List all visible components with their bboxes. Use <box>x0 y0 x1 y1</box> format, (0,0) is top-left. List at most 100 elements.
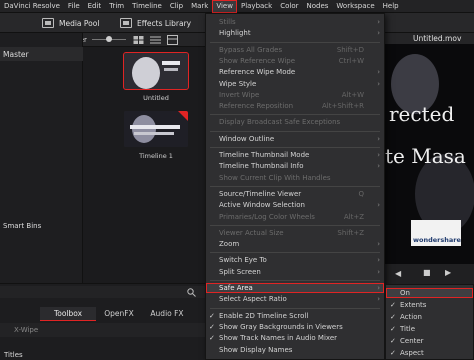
media-pool-button[interactable]: Media Pool <box>42 16 99 30</box>
menu-item-viewer-actual-size[interactable]: Viewer Actual Size Shift+Z <box>206 228 384 238</box>
shortcut-label: Shift+D <box>336 45 364 54</box>
menu-color[interactable]: Color <box>276 0 302 13</box>
menu-item-label: Reference Wipe Mode <box>219 68 296 77</box>
menu-trim[interactable]: Trim <box>105 0 128 13</box>
effects-search-bar <box>0 286 205 298</box>
list-view-icon[interactable] <box>150 35 162 45</box>
stop-icon[interactable]: ■ <box>423 268 431 277</box>
submenu-item-on[interactable]: On <box>386 288 473 298</box>
menu-separator <box>210 147 380 148</box>
shortcut-label: Alt+W <box>341 90 364 99</box>
play-icon[interactable]: ▶ <box>445 268 451 277</box>
menu-item-label: Show Track Names in Audio Mixer <box>219 334 338 343</box>
submenu-item-action[interactable]: ✓ Action <box>386 312 473 322</box>
menu-item-zoom[interactable]: Zoom › <box>206 239 384 249</box>
watermark-logo: wondershare <box>413 236 461 244</box>
menu-item-switch-eye-to[interactable]: Switch Eye To › <box>206 255 384 265</box>
menu-item-label: Stills <box>219 18 236 26</box>
search-icon[interactable] <box>187 288 196 297</box>
view-menu-dropdown: Stills › Highlight › Bypass All Grades Shift+… <box>205 13 385 360</box>
tab-openfx[interactable]: OpenFX <box>96 307 142 321</box>
shortcut-label: Alt+Z <box>343 212 364 221</box>
submenu-item-aspect[interactable]: ✓ Aspect <box>386 348 473 358</box>
submenu-item-extents[interactable]: ✓ Extents <box>386 300 473 310</box>
menu-playback[interactable]: Playback <box>237 0 276 13</box>
effect-item-row[interactable]: X-Wipe <box>0 323 205 337</box>
menu-item-active-window-selection[interactable]: Active Window Selection › <box>206 200 384 210</box>
menu-item-timeline-thumbnail-info[interactable]: Timeline Thumbnail Info › <box>206 161 384 171</box>
effects-library-button[interactable]: Effects Library <box>120 16 191 30</box>
menu-mark[interactable]: Mark <box>187 0 212 13</box>
tab-toolbox[interactable]: Toolbox <box>40 307 96 321</box>
menu-item-timeline-thumbnail-mode[interactable]: Timeline Thumbnail Mode › <box>206 150 384 160</box>
menu-item-select-aspect-ratio[interactable]: Select Aspect Ratio › <box>206 294 384 304</box>
menu-item-label: Zoom <box>219 240 240 249</box>
submenu-item-center[interactable]: ✓ Center <box>386 336 473 346</box>
menu-item-reference-wipe-mode[interactable]: Reference Wipe Mode › <box>206 67 384 77</box>
menu-view[interactable]: View <box>212 0 237 13</box>
menu-item-display-broadcast-safe-exceptions[interactable]: Display Broadcast Safe Exceptions <box>206 117 384 127</box>
menu-clip[interactable]: Clip <box>166 0 187 13</box>
clip-name-untitled: Untitled <box>143 94 169 102</box>
menu-item-stills[interactable]: Stills › <box>206 17 384 27</box>
menu-item-show-reference-wipe[interactable]: Show Reference Wipe Ctrl+W <box>206 56 384 66</box>
menu-item-highlight[interactable]: Highlight › <box>206 28 384 38</box>
smart-bins-label: Smart Bins <box>3 222 42 230</box>
menu-separator <box>210 130 380 132</box>
menu-separator <box>210 224 380 226</box>
menu-item-label: Highlight <box>219 29 251 38</box>
menu-timeline[interactable]: Timeline <box>128 0 166 13</box>
menu-item-safe-area[interactable]: Safe Area › <box>206 283 384 293</box>
menu-item-window-outline[interactable]: Window Outline › <box>206 134 384 144</box>
menu-item-bypass-all-grades[interactable]: Bypass All Grades Shift+D <box>206 45 384 55</box>
menu-item-show-track-names-in-audio-mixer[interactable]: ✓ Show Track Names in Audio Mixer <box>206 333 384 343</box>
menu-item-invert-wipe[interactable]: Invert Wipe Alt+W <box>206 90 384 100</box>
effects-library-icon <box>120 18 132 28</box>
effect-item-xwipe: X-Wipe <box>14 326 39 334</box>
menu-bar: DaVinci Resolve File Edit Trim Timeline Clip M… <box>0 0 474 13</box>
menu-davinci-resolve[interactable]: DaVinci Resolve <box>0 0 64 13</box>
menu-nodes[interactable]: Nodes <box>302 0 332 13</box>
rewind-icon[interactable]: ◀ <box>395 269 401 278</box>
shortcut-label: Shift+Z <box>337 228 364 237</box>
menu-item-split-screen[interactable]: Split Screen › <box>206 267 384 277</box>
menu-file[interactable]: File <box>64 0 84 13</box>
menu-workspace[interactable]: Workspace <box>332 0 378 13</box>
submenu-arrow-icon: › <box>377 151 380 159</box>
bin-list-panel <box>0 33 83 283</box>
clip-thumbnail-timeline[interactable] <box>124 111 188 147</box>
check-icon: ✓ <box>390 313 396 321</box>
menu-separator <box>210 307 380 309</box>
submenu-arrow-icon: › <box>377 29 380 38</box>
media-pool-icon <box>42 18 54 28</box>
menu-item-label: Invert Wipe <box>219 90 260 99</box>
clip-thumbnail-untitled[interactable] <box>123 52 189 90</box>
menu-item-show-display-names[interactable]: Show Display Names <box>206 345 384 355</box>
submenu-arrow-icon: › <box>377 267 380 276</box>
menu-item-source-timeline-viewer[interactable]: Source/Timeline Viewer Q <box>206 189 384 199</box>
metadata-view-icon[interactable] <box>167 35 179 45</box>
menu-item-show-gray-backgrounds-in-viewers[interactable]: ✓ Show Gray Backgrounds in Viewers <box>206 322 384 332</box>
menu-item-label: Viewer Actual Size <box>219 228 284 237</box>
thumbnail-view-icon[interactable] <box>133 35 145 45</box>
menu-item-label: Show Current Clip With Handles <box>219 173 331 182</box>
menu-separator <box>210 114 380 116</box>
menu-item-label: Safe Area <box>219 284 253 292</box>
submenu-item-label: Extents <box>400 301 427 309</box>
tab-audiofx[interactable]: Audio FX <box>142 307 192 321</box>
shortcut-label: Ctrl+W <box>338 56 364 65</box>
safe-area-submenu: On ✓ Extents ✓ Action ✓ Title ✓ Center ✓ Aspect <box>385 284 474 360</box>
check-icon: ✓ <box>390 337 396 345</box>
menu-item-show-current-clip-with-handles[interactable]: Show Current Clip With Handles <box>206 173 384 183</box>
menu-help[interactable]: Help <box>379 0 403 13</box>
menu-item-label: Timeline Thumbnail Mode <box>219 151 310 159</box>
menu-item-enable-2d-timeline-scroll[interactable]: ✓ Enable 2D Timeline Scroll <box>206 311 384 321</box>
menu-item-wipe-style[interactable]: Wipe Style › <box>206 79 384 89</box>
effects-library-label: Effects Library <box>137 18 192 28</box>
menu-item-reference-reposition[interactable]: Reference Reposition Alt+Shift+R <box>206 101 384 111</box>
zoom-slider-handle[interactable] <box>106 36 112 42</box>
submenu-arrow-icon: › <box>377 256 380 265</box>
menu-item-primaries-log-color-wheels[interactable]: Primaries/Log Color Wheels Alt+Z <box>206 212 384 222</box>
submenu-item-title[interactable]: ✓ Title <box>386 324 473 334</box>
menu-edit[interactable]: Edit <box>84 0 106 13</box>
